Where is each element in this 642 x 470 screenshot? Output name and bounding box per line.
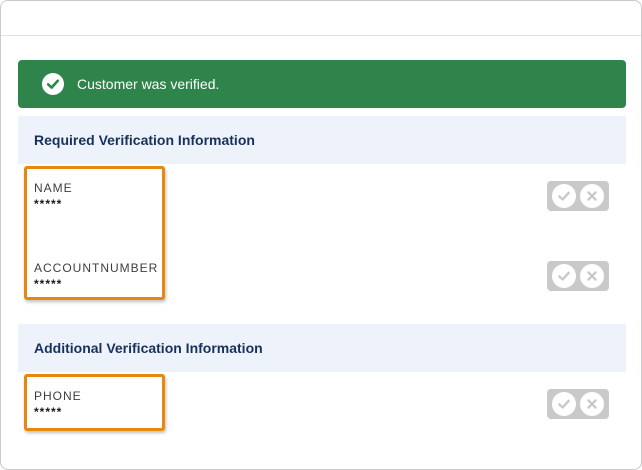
- field-value: *****: [34, 277, 63, 291]
- confirm-button[interactable]: [552, 184, 576, 208]
- field-phone: PHONE *****: [34, 389, 82, 419]
- required-section-header: Required Verification Information: [18, 116, 626, 164]
- close-icon: [587, 399, 597, 409]
- field-label: ACCOUNTNUMBER: [34, 261, 159, 275]
- reject-button[interactable]: [580, 184, 604, 208]
- success-toast: Customer was verified.: [18, 60, 626, 108]
- reject-button[interactable]: [580, 392, 604, 416]
- check-icon: [558, 271, 570, 281]
- confirm-button[interactable]: [552, 392, 576, 416]
- verify-toggle-accountnumber: [547, 261, 609, 291]
- close-icon: [587, 271, 597, 281]
- verify-toggle-phone: [547, 389, 609, 419]
- field-accountnumber: ACCOUNTNUMBER *****: [34, 261, 158, 291]
- confirm-button[interactable]: [552, 264, 576, 288]
- section-title: Required Verification Information: [34, 132, 255, 148]
- verify-toggle-name: [547, 181, 609, 211]
- close-icon: [587, 191, 597, 201]
- toast-message: Customer was verified.: [77, 76, 220, 92]
- field-value: *****: [34, 197, 63, 211]
- section-title: Additional Verification Information: [34, 340, 263, 356]
- panel-header: [1, 1, 641, 36]
- verification-panel: Customer was verified. Required Verifica…: [0, 0, 642, 470]
- check-icon: [558, 399, 570, 409]
- reject-button[interactable]: [580, 264, 604, 288]
- additional-section-header: Additional Verification Information: [18, 324, 626, 372]
- field-label: PHONE: [34, 389, 82, 403]
- check-icon: [558, 191, 570, 201]
- success-check-icon: [42, 73, 64, 95]
- field-name: NAME *****: [34, 181, 73, 211]
- field-label: NAME: [34, 181, 73, 195]
- field-value: *****: [34, 405, 63, 419]
